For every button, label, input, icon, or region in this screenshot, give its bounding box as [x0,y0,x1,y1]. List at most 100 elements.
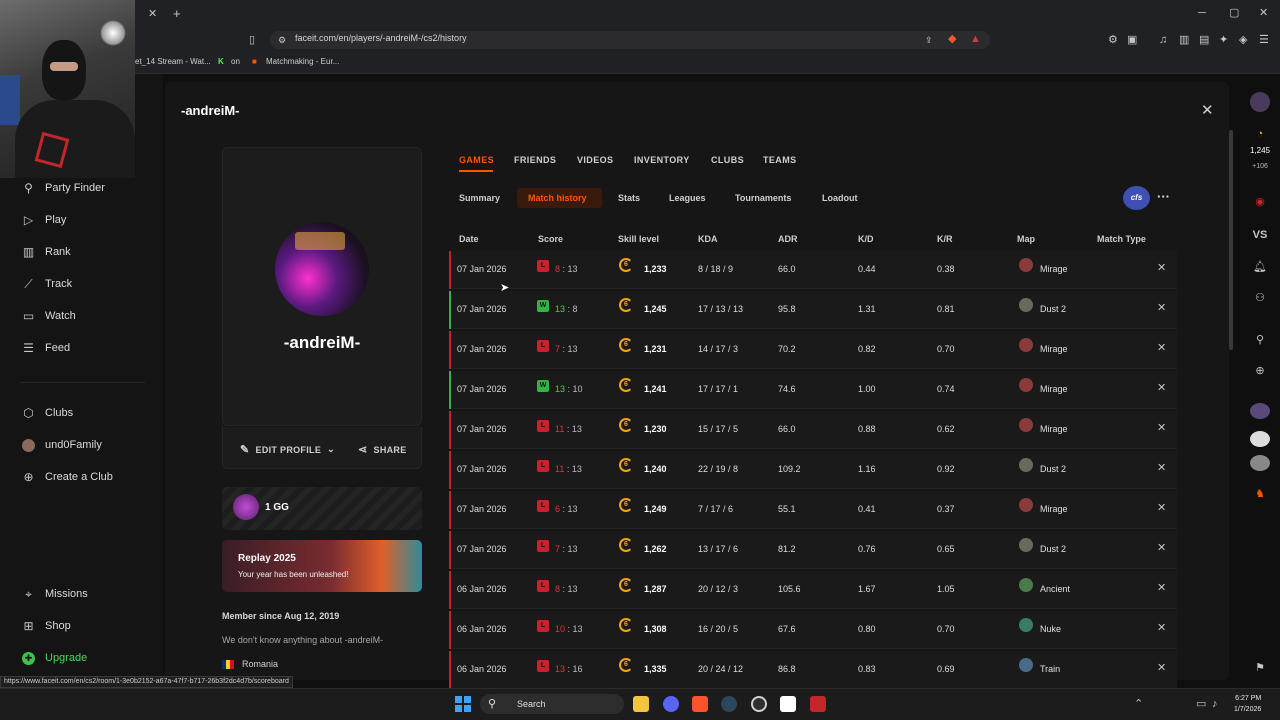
share-button[interactable]: ⋖ SHARE [358,443,407,456]
windows-start-icon[interactable] [455,696,471,712]
cfs-badge[interactable]: cfs [1123,186,1150,210]
rewards-icon[interactable]: ▲ [970,32,981,46]
window-close-icon[interactable]: ✕ [1259,6,1268,20]
address-bar[interactable]: ⚙ faceit.com/en/players/-andreiM-/cs2/hi… [270,31,990,49]
tab-videos[interactable]: VIDEOS [577,155,613,165]
record-icon[interactable]: ◉ [1250,195,1270,208]
wallet-icon[interactable]: ▤ [1199,33,1209,47]
tab-inventory[interactable]: INVENTORY [634,155,690,165]
table-row[interactable]: 07 Jan 2026 L 8 : 13 6 1,233 8 / 18 / 9 66.0 0.… [449,251,1177,289]
maximize-icon[interactable]: ▢ [1229,6,1239,20]
vs-button[interactable]: VS [1250,229,1270,241]
friends-icon[interactable]: ⚇ [1250,291,1270,304]
bookmark-icon[interactable]: ▯ [249,33,255,47]
scrollbar[interactable] [1229,130,1233,350]
faceit-logo-icon[interactable]: ⚑ [1250,661,1270,674]
kick-icon[interactable]: K [218,57,224,66]
nav-track[interactable]: ⟋ Track [22,274,72,294]
subtab-stats[interactable]: Stats [618,193,640,203]
friend-avatar-icon[interactable] [1250,403,1270,419]
tab-games[interactable]: GAMES [459,155,494,165]
notifications-icon[interactable]: 🔔︎ [1250,260,1270,273]
edit-profile-button[interactable]: ✎ EDIT PROFILE ⌄ [240,443,335,456]
site-info-icon[interactable]: ⚙ [278,33,286,47]
table-row[interactable]: 07 Jan 2026 L 11 : 13 6 1,240 22 / 19 / 8 109.… [449,451,1177,489]
share-icon[interactable]: ⇪ [925,33,933,47]
about-text: We don't know anything about -andreiM- [222,635,384,645]
avatar[interactable] [275,222,369,316]
nav-rank[interactable]: ▥ Rank [22,242,71,262]
table-row[interactable]: 06 Jan 2026 L 13 : 16 6 1,335 20 / 24 / 12 86.… [449,651,1177,689]
table-row[interactable]: 07 Jan 2026 L 6 : 13 6 1,249 7 / 17 / 6 55.1 0.… [449,491,1177,529]
sidebar-icon[interactable]: ▥ [1179,33,1189,47]
tab-friends[interactable]: FRIENDS [514,155,556,165]
skill-level-icon: 6 [619,418,633,432]
row-kda: 20 / 24 / 12 [698,664,744,674]
tab-clubs[interactable]: CLUBS [711,155,744,165]
add-icon[interactable]: ⊕ [1250,364,1270,377]
bookmark-on[interactable]: on [231,57,240,66]
brave-icon[interactable] [692,696,708,712]
subtab-loadout[interactable]: Loadout [822,193,858,203]
system-clock[interactable]: 6:27 PM 1/7/2026 [1234,693,1261,715]
obs-icon[interactable] [751,696,767,712]
party-icon[interactable]: ⚲ [1250,333,1270,346]
row-adr: 67.6 [778,624,796,634]
subtab-match-history[interactable]: Match history [528,193,587,203]
vpn-icon[interactable]: ◈ [1239,33,1247,47]
tab-close-icon[interactable]: ✕ [148,7,157,21]
faceit-anticheat-icon[interactable] [810,696,826,712]
taskbar-search[interactable]: ⚲ Search [480,694,624,714]
nav-party-finder[interactable]: ⚲ Party Finder [22,178,105,198]
brave-shields-icon[interactable]: ◆ [948,32,956,46]
nav-create-club[interactable]: ⊕ Create a Club [22,467,112,487]
friend-avatar-icon[interactable] [1250,455,1270,471]
bookmark-stream[interactable]: et_14 Stream - Wat... [135,57,211,66]
file-explorer-icon[interactable] [633,696,649,712]
nav-watch[interactable]: ▭ Watch [22,306,76,326]
nav-play[interactable]: ▷ Play [22,210,67,230]
table-row[interactable]: 06 Jan 2026 L 8 : 13 6 1,287 20 / 12 / 3 105.6… [449,571,1177,609]
nav-upgrade[interactable]: ✚ Upgrade [22,648,87,668]
nav-clubs[interactable]: ⬡ Clubs [22,403,73,423]
replay-banner[interactable] [222,540,422,592]
elo-delta: +106 [1252,163,1268,170]
nav-shop[interactable]: ⊞ Shop [22,616,70,636]
nav-missions[interactable]: ⌖ Missions [22,584,88,604]
elo-value: 1,245 [1249,146,1271,155]
tray-speaker-icon[interactable]: ♪ [1212,697,1218,711]
table-row[interactable]: 07 Jan 2026 L 7 : 13 6 1,231 14 / 17 / 3 70.2 0… [449,331,1177,369]
notepad-icon[interactable] [780,696,796,712]
subtab-summary[interactable]: Summary [459,193,500,203]
table-row[interactable]: 07 Jan 2026 W 13 : 10 6 1,241 17 / 17 / 1 74.6… [449,371,1177,409]
minimize-icon[interactable]: ─ [1198,6,1206,20]
row-kr: 0.37 [937,504,955,514]
table-row[interactable]: 07 Jan 2026 W 13 : 8 6 1,245 17 / 13 / 13 95.8… [449,291,1177,329]
discord-icon[interactable] [663,696,679,712]
bookmark-matchmaking[interactable]: Matchmaking - Eur... [266,57,339,66]
more-options-icon[interactable]: ··· [1157,189,1170,204]
table-row[interactable]: 07 Jan 2026 L 11 : 13 6 1,230 15 / 17 / 5 66.0… [449,411,1177,449]
nav-feed[interactable]: ☰ Feed [22,338,70,358]
steam-icon[interactable] [721,696,737,712]
member-since: Member since Aug 12, 2019 [222,611,340,621]
new-tab-icon[interactable]: + [173,7,181,21]
tray-chevron-icon[interactable]: ⌃ [1134,697,1143,711]
tray-network-icon[interactable]: ▭ [1196,697,1206,711]
user-avatar-icon[interactable] [1250,92,1270,112]
close-modal-icon[interactable]: ✕ [1201,101,1214,119]
extensions-icon[interactable]: ⚙ [1108,33,1118,47]
tab-teams[interactable]: TEAMS [763,155,797,165]
screenshot-icon[interactable]: ▣ [1127,33,1137,47]
table-row[interactable]: 07 Jan 2026 L 7 : 13 6 1,262 13 / 17 / 6 81.2 0… [449,531,1177,569]
music-icon[interactable]: ♫ [1159,33,1167,47]
table-row[interactable]: 06 Jan 2026 L 10 : 13 6 1,308 16 / 20 / 5 67.6… [449,611,1177,649]
row-kd: 0.88 [858,424,876,434]
subtab-leagues[interactable]: Leagues [669,193,706,203]
menu-icon[interactable]: ☰ [1259,33,1269,47]
leo-icon[interactable]: ✦ [1219,33,1228,47]
friend-avatar-icon[interactable] [1250,431,1270,447]
subtab-tournaments[interactable]: Tournaments [735,193,791,203]
nav-club-und0family[interactable]: und0Family [22,435,102,455]
headset-icon[interactable]: ♞ [1250,487,1270,500]
